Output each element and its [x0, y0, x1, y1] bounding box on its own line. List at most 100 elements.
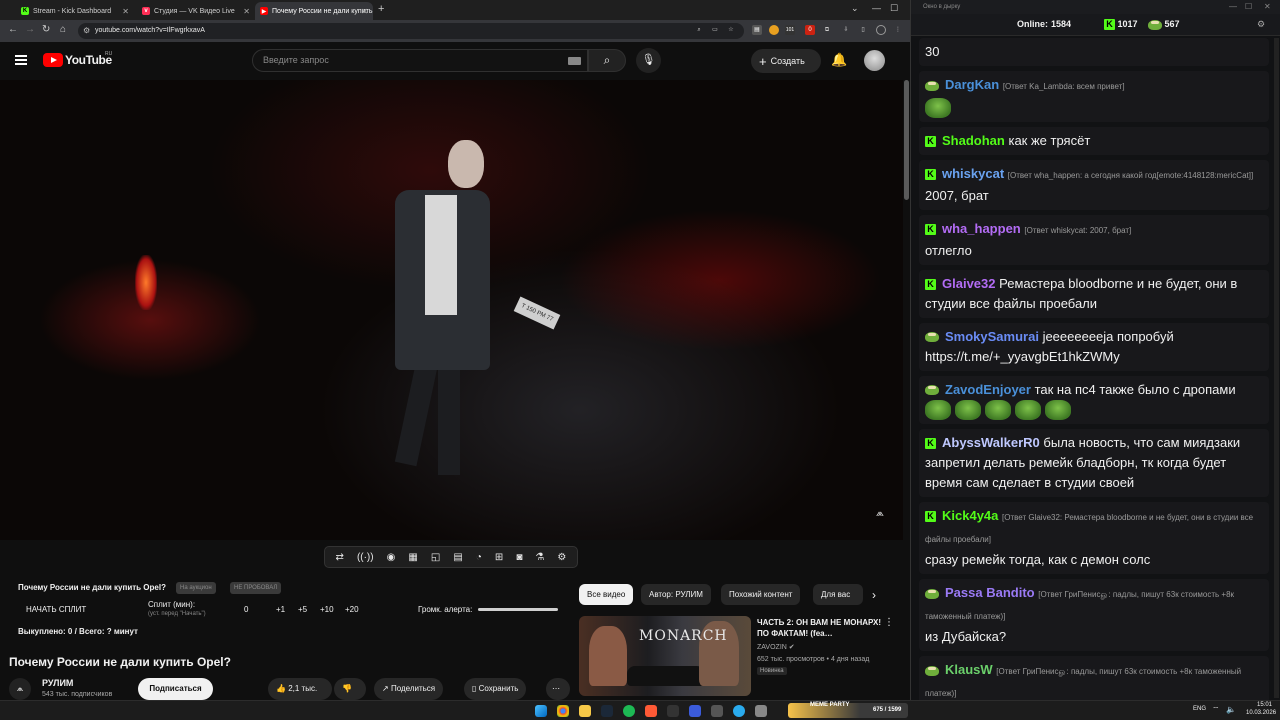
close-button[interactable]: ✕	[1264, 2, 1271, 11]
hamburger-menu-icon[interactable]	[15, 55, 27, 65]
cast-icon[interactable]: ▭	[710, 25, 720, 35]
spotify-icon[interactable]	[623, 705, 635, 717]
split-value[interactable]: 0	[244, 605, 248, 614]
chevron-right-icon[interactable]: ›	[872, 588, 876, 602]
profile-icon[interactable]	[876, 25, 886, 35]
voice-search-button[interactable]: 🎙	[636, 48, 661, 73]
not-tried-pill[interactable]: НЕ ПРОБОВАЛ	[230, 582, 282, 594]
minimize-button[interactable]: —	[872, 3, 881, 13]
alert-volume-slider[interactable]	[478, 608, 558, 611]
close-tab-icon[interactable]: ✕	[243, 7, 250, 16]
app-icon[interactable]	[645, 705, 657, 717]
downloads-icon[interactable]: ⇩	[841, 25, 851, 35]
subscribe-button[interactable]: Подписаться	[138, 678, 213, 700]
create-button[interactable]: + Создать	[751, 49, 821, 73]
add-10-button[interactable]: +10	[320, 605, 334, 614]
extensions-puzzle-icon[interactable]: ⧉	[822, 25, 832, 35]
keyboard-icon[interactable]	[568, 57, 581, 65]
language-indicator[interactable]: ENG	[1193, 706, 1206, 712]
chat-username[interactable]: whiskycat	[942, 166, 1004, 181]
close-tab-icon[interactable]: ✕	[122, 7, 129, 16]
list-icon[interactable]: ▤	[453, 552, 462, 563]
start-split-button[interactable]: НАЧАТЬ СПЛИТ	[26, 605, 86, 614]
chat-username[interactable]: Kick4y4a	[942, 508, 998, 523]
minimize-button[interactable]: —	[1229, 2, 1237, 11]
meme-party-widget[interactable]: MEME PARTY 675 / 1599	[788, 702, 908, 718]
video-player[interactable]: Т 150 РМ 77 ⩕	[0, 80, 907, 540]
add-frame-icon[interactable]: ⊞	[495, 552, 503, 563]
chat-username[interactable]: SmokySamurai	[945, 329, 1039, 344]
chat-username[interactable]: KlausW	[945, 662, 993, 677]
clock-date[interactable]: 10.03.2026	[1246, 710, 1276, 716]
tab-kick-dashboard[interactable]: K Stream - Kick Dashboard ✕	[16, 2, 134, 20]
speed-gauge-icon[interactable]: ◔	[476, 552, 482, 563]
pip-icon[interactable]: ◱	[431, 552, 440, 563]
back-icon[interactable]: ←	[8, 24, 18, 35]
settings-gear-icon[interactable]: ⚙	[1257, 19, 1265, 30]
add-1-button[interactable]: +1	[276, 605, 285, 614]
loop-icon[interactable]: ⇄	[336, 552, 344, 563]
tab-youtube-video[interactable]: ▶ Почему России не дали купить ✕	[255, 2, 373, 20]
channel-watermark-icon[interactable]: ⩕	[876, 508, 884, 519]
chat-username[interactable]: DargKan	[945, 77, 999, 92]
bookmark-star-icon[interactable]: ☆	[726, 25, 736, 35]
extension-icon[interactable]: ▤	[752, 25, 762, 35]
auction-pill[interactable]: На аукцион	[176, 582, 216, 594]
browser-menu-icon[interactable]: ⋮	[893, 25, 903, 35]
extension-counter-icon[interactable]: 101	[785, 25, 795, 35]
flask-icon[interactable]: ⚗	[535, 552, 544, 563]
account-avatar[interactable]	[864, 50, 885, 71]
chip-for-you[interactable]: Для вас	[813, 584, 863, 605]
hide-eye-icon[interactable]: ◉	[387, 552, 396, 563]
chat-username[interactable]: Shadohan	[942, 133, 1005, 148]
windows-start-icon[interactable]	[535, 705, 547, 717]
app2-icon[interactable]	[689, 705, 701, 717]
network-icon[interactable]: ⌔	[1212, 705, 1220, 715]
extension-orange-icon[interactable]	[769, 25, 779, 35]
camera-icon[interactable]: ◙	[516, 552, 522, 563]
channel-name[interactable]: РУЛИМ	[42, 678, 73, 688]
home-icon[interactable]: ⌂	[60, 24, 66, 35]
more-vertical-icon[interactable]: ⋮	[884, 617, 894, 628]
extension-red-icon[interactable]: 0	[805, 25, 815, 35]
tab-vk-studio[interactable]: v Студия — VK Видео Live ✕	[137, 2, 255, 20]
like-button[interactable]: 👍 2,1 тыс.	[268, 678, 332, 700]
chat-username[interactable]: wha_happen	[942, 221, 1021, 236]
more-actions-button[interactable]: ⋯	[546, 678, 570, 700]
maximize-button[interactable]: ☐	[1245, 2, 1252, 11]
chat-username[interactable]: ZavodEnjoyer	[945, 382, 1031, 397]
recommendation-channel[interactable]: ZAVOZIN ✔	[757, 643, 795, 651]
recommendation-title[interactable]: ЧАСТЬ 2: ОН ВАМ НЕ МОНАРХ! ПО ФАКТАМ! (f…	[757, 617, 882, 639]
share-button[interactable]: ↗ Поделиться	[374, 678, 444, 700]
dislike-button[interactable]: 👎	[334, 678, 366, 700]
chat-username[interactable]: Passa Bandito	[945, 585, 1035, 600]
recommendation-thumbnail[interactable]: MONARCH	[579, 616, 751, 696]
telegram-icon[interactable]	[733, 705, 745, 717]
tab-search-icon[interactable]: ⌄	[851, 3, 859, 14]
chip-similar[interactable]: Похожий контент	[721, 584, 801, 605]
chat-username[interactable]: Glaive32	[942, 276, 996, 291]
page-scrollbar-thumb[interactable]	[904, 80, 909, 200]
app3-icon[interactable]	[711, 705, 723, 717]
broadcast-icon[interactable]: ((·))	[357, 552, 374, 563]
forward-icon[interactable]: →	[25, 24, 35, 35]
chrome-icon[interactable]	[557, 705, 569, 717]
settings-gear-icon[interactable]: ⚙	[557, 552, 566, 563]
search-input[interactable]: Введите запрос	[252, 49, 588, 72]
steam-icon[interactable]	[601, 705, 613, 717]
obs-icon[interactable]	[667, 705, 679, 717]
reload-icon[interactable]: ↻	[42, 24, 50, 35]
volume-icon[interactable]: 🔈	[1226, 705, 1236, 714]
maximize-button[interactable]: ☐	[890, 3, 898, 14]
add-5-button[interactable]: +5	[298, 605, 307, 614]
channel-avatar[interactable]: ⩕	[9, 678, 31, 700]
youtube-logo-icon[interactable]	[43, 53, 63, 67]
app4-icon[interactable]	[755, 705, 767, 717]
chat-username[interactable]: AbyssWalkerR0	[942, 435, 1040, 450]
new-tab-button[interactable]: +	[378, 3, 384, 15]
clock-time[interactable]: 15:01	[1257, 702, 1272, 708]
chip-all-videos[interactable]: Все видео	[579, 584, 634, 605]
chat-scrollbar[interactable]	[1274, 38, 1279, 698]
save-button[interactable]: ▯ Сохранить	[464, 678, 527, 700]
notifications-bell-icon[interactable]: 🔔	[831, 52, 847, 68]
